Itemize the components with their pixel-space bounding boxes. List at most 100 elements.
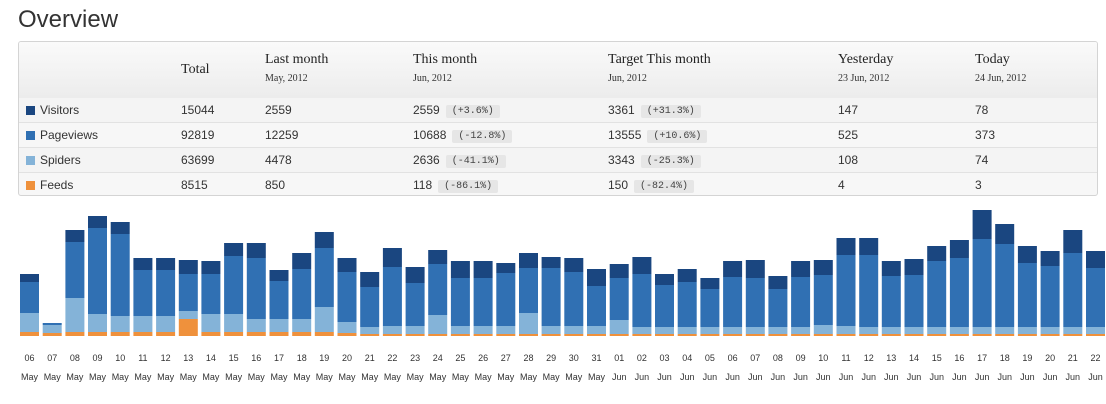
bar-segment-pageviews	[246, 258, 266, 319]
bar-segment-feeds	[110, 332, 130, 336]
bar-segment-spiders	[133, 316, 153, 332]
x-tick-day: 22	[387, 353, 397, 363]
x-tick-day: 22	[1090, 353, 1100, 363]
bar-segment-spiders	[700, 327, 720, 334]
cell-total: 63699	[181, 153, 215, 167]
x-tick-day: 12	[161, 353, 171, 363]
x-tick-month: Jun	[725, 372, 740, 382]
bar-segment-spiders	[42, 325, 62, 333]
x-tick-month: Jun	[1020, 372, 1035, 382]
bar-segment-spiders	[723, 327, 743, 334]
bar-segment-visitors	[972, 210, 992, 239]
bar-segment-visitors	[745, 260, 765, 278]
bar-segment-feeds	[1017, 334, 1037, 336]
bar-segment-pageviews	[1017, 263, 1037, 327]
bar-segment-feeds	[88, 332, 107, 336]
bar-segment-feeds	[496, 334, 516, 336]
x-tick-month: Jun	[1066, 372, 1081, 382]
bar-segment-visitors	[450, 261, 470, 278]
cell-total: 92819	[181, 128, 215, 142]
bar-segment-feeds	[836, 334, 856, 336]
bar-segment-pageviews	[1063, 253, 1083, 327]
cell-this-month: 2559 (+3.6%)	[413, 103, 500, 118]
x-tick-day: 15	[932, 353, 942, 363]
row-label: Visitors	[40, 103, 80, 117]
bar-segment-spiders	[1063, 327, 1083, 334]
bar-segment-feeds	[745, 334, 765, 336]
x-tick-day: 06	[24, 353, 34, 363]
page-title: Overview	[18, 6, 119, 33]
x-tick-month: Jun	[884, 372, 899, 382]
x-tick-day: 21	[1068, 353, 1078, 363]
bar-segment-pageviews	[791, 277, 811, 327]
x-tick-month: May	[316, 372, 334, 382]
bar-segment-feeds	[723, 334, 743, 336]
bar-segment-spiders	[564, 326, 584, 334]
bar-segment-feeds	[519, 334, 538, 336]
bar-segment-spiders	[201, 314, 221, 332]
bar-segment-pageviews	[677, 282, 697, 327]
bar-segment-spiders	[541, 326, 561, 334]
bar-segment-feeds	[201, 332, 221, 336]
bar-segment-spiders	[65, 298, 85, 332]
bar-segment-feeds	[927, 334, 947, 336]
x-tick-day: 24	[433, 353, 443, 363]
x-tick-month: May	[429, 372, 447, 382]
bar-segment-spiders	[768, 327, 788, 334]
bar-segment-feeds	[42, 333, 62, 336]
bar-segment-pageviews	[632, 274, 652, 327]
x-tick-day: 13	[886, 353, 896, 363]
bar-segment-spiders	[836, 326, 856, 334]
cell-last-month: 850	[265, 178, 286, 192]
x-tick-day: 17	[977, 353, 987, 363]
header-label: Total	[181, 62, 210, 77]
bar-segment-spiders	[450, 326, 470, 334]
table-header: Total Last month May, 2012 This month Ju…	[19, 42, 1097, 99]
x-tick-day: 28	[523, 353, 533, 363]
bar-segment-feeds	[768, 334, 788, 336]
bar-segment-pageviews	[133, 270, 153, 316]
bar-segment-feeds	[133, 332, 153, 336]
bar-segment-pageviews	[156, 270, 176, 316]
bar-segment-pageviews	[655, 285, 674, 327]
bar-segment-spiders	[178, 311, 198, 319]
x-tick-day: 07	[47, 353, 57, 363]
bar-segment-pageviews	[927, 261, 947, 327]
bar-segment-visitors	[836, 238, 856, 255]
value: 118	[413, 178, 433, 192]
bar-segment-pageviews	[972, 239, 992, 327]
cell-yesterday: 108	[838, 153, 859, 167]
x-tick-month: May	[543, 372, 561, 382]
bar-segment-spiders	[813, 325, 833, 334]
bar-segment-visitors	[791, 261, 811, 277]
x-tick-day: 27	[501, 353, 511, 363]
value: 2559	[413, 103, 440, 117]
cell-this-month: 118 (-86.1%)	[413, 178, 499, 193]
bar-segment-spiders	[609, 320, 629, 334]
bar-segment-feeds	[587, 334, 606, 336]
bar-segment-visitors	[473, 261, 493, 278]
cell-target: 13555 (+10.6%)	[608, 128, 708, 143]
bar-segment-pageviews	[609, 278, 629, 320]
header-label: Target This month	[608, 52, 711, 67]
bar-segment-visitors	[587, 269, 606, 286]
bar-segment-visitors	[655, 274, 674, 285]
change-badge: (-86.1%)	[438, 180, 499, 193]
x-tick-month: May	[134, 372, 152, 382]
x-tick-day: 03	[659, 353, 669, 363]
bar-segment-feeds	[428, 334, 448, 336]
x-tick-day: 21	[365, 353, 375, 363]
bar-segment-feeds	[156, 332, 176, 336]
bar-segment-spiders	[246, 319, 266, 332]
cell-last-month: 4478	[265, 153, 292, 167]
table-row-spiders: Spiders 63699 4478 2636 (-41.1%) 3343 (-25…	[19, 148, 1097, 173]
bar-segment-spiders	[881, 327, 901, 334]
bar-segment-feeds	[360, 334, 380, 336]
header-sublabel: Jun, 2012	[413, 73, 452, 84]
x-tick-day: 09	[92, 353, 102, 363]
cell-target: 3361 (+31.3%)	[608, 103, 701, 118]
x-tick-day: 08	[70, 353, 80, 363]
bar-segment-visitors	[632, 257, 652, 274]
bar-segment-pageviews	[88, 228, 107, 314]
bar-segment-spiders	[859, 327, 879, 334]
